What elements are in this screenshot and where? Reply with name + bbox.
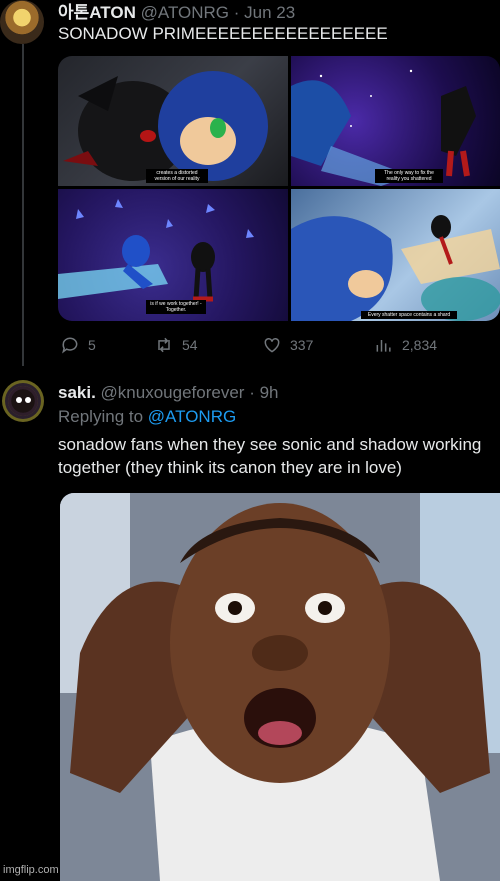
heart-icon xyxy=(264,337,280,353)
thread-line xyxy=(22,44,24,366)
meme-image[interactable] xyxy=(60,493,500,881)
handle[interactable]: @ATONRG xyxy=(141,3,229,22)
view-count: 2,834 xyxy=(402,337,438,353)
separator-dot: · xyxy=(249,383,255,402)
replying-handle-link[interactable]: @ATONRG xyxy=(148,407,236,426)
display-name[interactable]: 아톤ATON xyxy=(58,3,136,22)
display-name[interactable]: saki. xyxy=(58,383,96,402)
reply-icon xyxy=(62,337,78,354)
eye xyxy=(25,397,31,403)
timestamp[interactable]: 9h xyxy=(260,383,279,402)
shocked-man-illustration xyxy=(60,493,500,881)
tweet-actions: 5 54 337 2,834 xyxy=(58,335,500,357)
reply-count: 5 xyxy=(88,337,96,353)
shadow-and-sonic-illustration xyxy=(63,71,268,181)
watermark: imgflip.com xyxy=(3,864,59,876)
tweet-header: 아톤ATON @ATONRG · Jun 23 xyxy=(58,0,295,23)
eye xyxy=(16,397,22,403)
like-count: 337 xyxy=(290,337,314,353)
avatar[interactable] xyxy=(2,380,44,422)
media-image-3[interactable]: is if we work together! - Together. xyxy=(58,189,288,321)
retweet-button[interactable]: 54 xyxy=(154,335,198,355)
caption: creates a distorted version of our reali… xyxy=(146,169,208,183)
replying-to: Replying to @ATONRG xyxy=(58,407,236,427)
tweet-text: sonadow fans when they see sonic and sha… xyxy=(58,435,482,477)
soot-sprite-icon xyxy=(8,386,38,416)
media-image-1[interactable]: creates a distorted version of our reali… xyxy=(58,56,288,186)
media-grid[interactable]: creates a distorted version of our reali… xyxy=(58,56,500,321)
sonic-and-shadow-scene xyxy=(291,69,476,186)
caption: is if we work together! - Together. xyxy=(146,300,206,314)
tweet-header: saki. @knuxougeforever · 9h xyxy=(58,383,279,403)
replying-label: Replying to xyxy=(58,407,144,426)
sonic-closeup-scene xyxy=(291,215,500,321)
caption: Every shatter space contains a shard xyxy=(361,311,457,319)
separator-dot: · xyxy=(233,3,240,22)
handle[interactable]: @knuxougeforever xyxy=(101,383,245,402)
views-button[interactable]: 2,834 xyxy=(374,335,437,355)
timestamp[interactable]: Jun 23 xyxy=(244,3,295,22)
caption: The only way to fix the reality you shat… xyxy=(375,169,443,183)
tweet-text: SONADOW PRIMEEEEEEEEEEEEEEEEE xyxy=(58,24,388,43)
views-chart-icon xyxy=(376,340,391,352)
retweet-icon xyxy=(158,337,170,353)
retweet-count: 54 xyxy=(182,337,198,353)
like-button[interactable]: 337 xyxy=(262,335,313,355)
media-image-2[interactable]: The only way to fix the reality you shat… xyxy=(291,56,500,186)
avatar[interactable] xyxy=(0,0,44,44)
media-image-4[interactable]: Every shatter space contains a shard xyxy=(291,189,500,321)
reply-button[interactable]: 5 xyxy=(60,335,96,355)
